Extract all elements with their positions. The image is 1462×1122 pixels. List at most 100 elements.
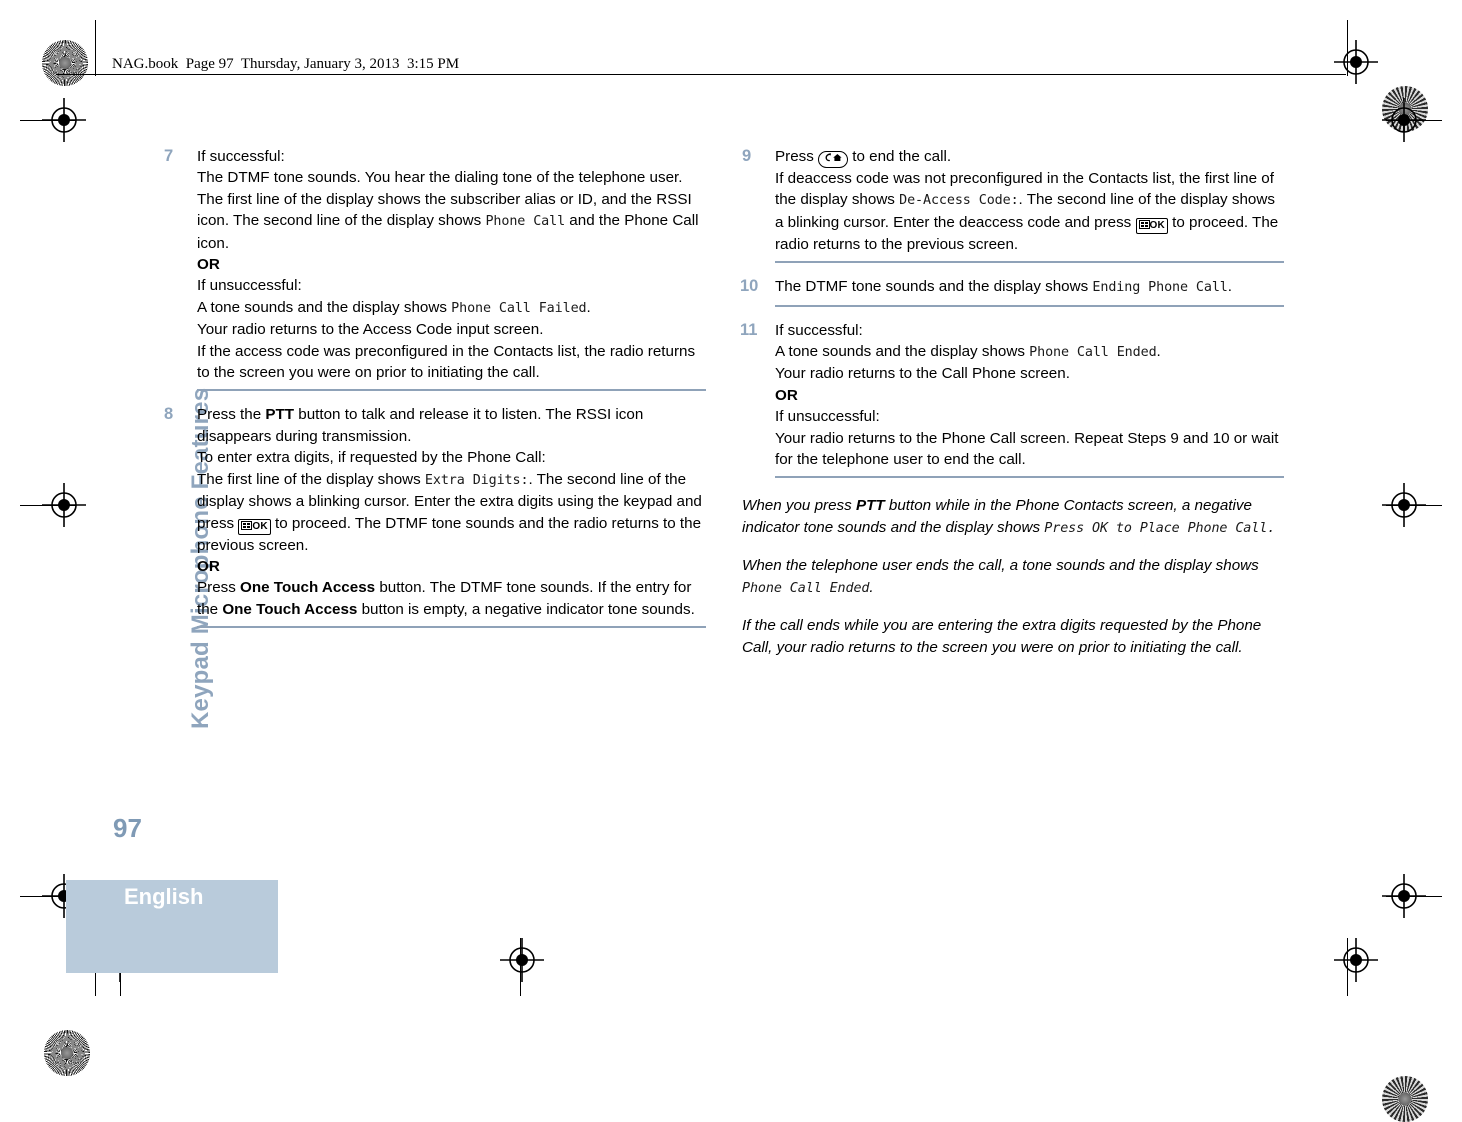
note-text: If the call ends while you are entering …: [742, 617, 1262, 656]
step-text: Press: [775, 148, 819, 165]
crop-line: [20, 505, 76, 506]
display-text: Extra Digits:: [424, 472, 529, 488]
step-text: A tone sounds and the display shows: [197, 298, 452, 316]
step-line: A tone sounds and the display shows Phon…: [775, 341, 1284, 363]
step-text: Press: [197, 579, 241, 597]
menu-ok-key-icon: OK: [238, 518, 271, 535]
step-text: The first line of the display shows: [197, 470, 425, 488]
section-divider: [775, 261, 1284, 264]
step-text: Press the: [197, 406, 266, 424]
crop-line: [20, 120, 76, 121]
step-text: A tone sounds and the display shows: [775, 343, 1030, 361]
step-body: Press to end the call. If deaccess code …: [775, 146, 1284, 255]
step-number: 8: [164, 405, 174, 424]
step-line: Your radio returns to the Access Code in…: [197, 319, 706, 340]
crop-line: [1386, 505, 1442, 506]
step-text: button is empty, a negative indicator to…: [357, 600, 695, 618]
step-body: If successful: A tone sounds and the dis…: [775, 320, 1284, 471]
step-line: If deaccess code was not preconfigured i…: [775, 168, 1284, 255]
step-body: Press the PTT button to talk and release…: [197, 404, 706, 620]
section-divider: [775, 304, 1284, 307]
display-text: Phone Call: [485, 214, 566, 230]
ptt-label: PTT: [265, 406, 295, 424]
step-number: 11: [740, 320, 758, 339]
display-text: Press OK to Place Phone Call.: [1044, 520, 1276, 536]
step-text: .: [1156, 343, 1161, 361]
starburst-registration-mark: [1382, 1076, 1428, 1122]
note-text: .: [869, 578, 874, 596]
ok-key-label: OK: [1149, 219, 1165, 231]
step-text: Your radio returns to the Call Phone scr…: [775, 365, 1070, 383]
crop-line: [1386, 896, 1442, 897]
crosshair-registration-mark: [1334, 40, 1378, 84]
display-text: De-Access Code:: [899, 193, 1019, 209]
step-9: 9 Press to end the call. If deaccess cod…: [742, 146, 1284, 255]
step-text: If unsuccessful:: [197, 277, 302, 295]
or-label: OR: [197, 256, 220, 274]
step-body: If successful: The DTMF tone sounds. You…: [197, 146, 706, 383]
display-text: Ending Phone Call: [1092, 280, 1228, 296]
starburst-registration-mark: [44, 1030, 90, 1076]
note-text: When you press: [742, 497, 856, 515]
crop-line: [1347, 20, 1348, 76]
step-text: The DTMF tone sounds and the display sho…: [775, 278, 1093, 296]
or-label: OR: [775, 386, 798, 404]
step-line: OR: [197, 556, 706, 577]
step-line: If unsuccessful:: [197, 275, 706, 296]
notes-section: When you press PTT button while in the P…: [742, 495, 1284, 657]
menu-ok-key-icon: OK: [1135, 217, 1168, 234]
left-text-column: 7 If successful: The DTMF tone sounds. Y…: [164, 146, 706, 641]
file-header-text: NAG.book Page 97 Thursday, January 3, 20…: [112, 56, 460, 72]
step-11: 11 If successful: A tone sounds and the …: [740, 320, 1284, 471]
step-line: OR: [775, 385, 1284, 406]
step-text: If successful:: [775, 321, 863, 339]
step-text: .: [1227, 278, 1233, 296]
crop-line: [520, 938, 521, 996]
step-number: 10: [740, 277, 759, 296]
step-body: The DTMF tone sounds and the display sho…: [775, 276, 1284, 298]
step-line: If successful:: [775, 320, 1284, 341]
step-line: To enter extra digits, if requested by t…: [197, 447, 706, 468]
back-home-key-icon: [818, 151, 849, 168]
step-line: If the access code was preconfigured in …: [197, 341, 706, 384]
crosshair-registration-mark: [1334, 938, 1378, 982]
step-10: 10 The DTMF tone sounds and the display …: [740, 276, 1284, 298]
crop-line: [95, 20, 96, 76]
step-text: Your radio returns to the Access Code in…: [197, 321, 544, 339]
step-text: to end the call.: [848, 148, 952, 165]
step-text: To enter extra digits, if requested by t…: [197, 449, 546, 467]
step-line: If unsuccessful:: [775, 406, 1284, 427]
one-touch-access-label: One Touch Access: [240, 579, 376, 597]
section-divider: [775, 476, 1284, 479]
step-line: Press One Touch Access button. The DTMF …: [197, 577, 706, 620]
step-8: 8 Press the PTT button to talk and relea…: [164, 404, 706, 620]
display-text: Phone Call Failed: [451, 300, 587, 316]
step-line: The DTMF tone sounds. You hear the diali…: [197, 167, 706, 254]
step-line: Your radio returns to the Phone Call scr…: [775, 428, 1284, 471]
crop-line: [1386, 120, 1442, 121]
note-text: When the telephone user ends the call, a…: [742, 557, 1259, 575]
or-label: OR: [197, 557, 220, 575]
step-text: .: [586, 298, 591, 316]
step-line: Your radio returns to the Call Phone scr…: [775, 363, 1284, 384]
section-divider: [197, 389, 706, 392]
header-rule: [56, 74, 1346, 75]
step-number: 9: [742, 147, 752, 165]
section-divider: [197, 626, 706, 629]
note-item: When the telephone user ends the call, a…: [742, 555, 1284, 599]
step-7: 7 If successful: The DTMF tone sounds. Y…: [164, 146, 706, 383]
crop-line: [1347, 938, 1348, 996]
page-number: 97: [113, 813, 142, 843]
step-text: If successful:: [197, 148, 285, 165]
crosshair-registration-mark: [500, 938, 544, 982]
step-line: The DTMF tone sounds and the display sho…: [775, 276, 1284, 298]
note-item: If the call ends while you are entering …: [742, 615, 1284, 658]
step-line: Press to end the call.: [775, 146, 1284, 168]
starburst-registration-mark: [42, 40, 88, 86]
note-item: When you press PTT button while in the P…: [742, 495, 1284, 539]
step-line: Press the PTT button to talk and release…: [197, 404, 706, 447]
ptt-label: PTT: [855, 497, 885, 515]
ok-key-label: OK: [252, 520, 268, 532]
display-text: Phone Call Ended: [1029, 345, 1157, 361]
language-label: English: [124, 884, 204, 909]
